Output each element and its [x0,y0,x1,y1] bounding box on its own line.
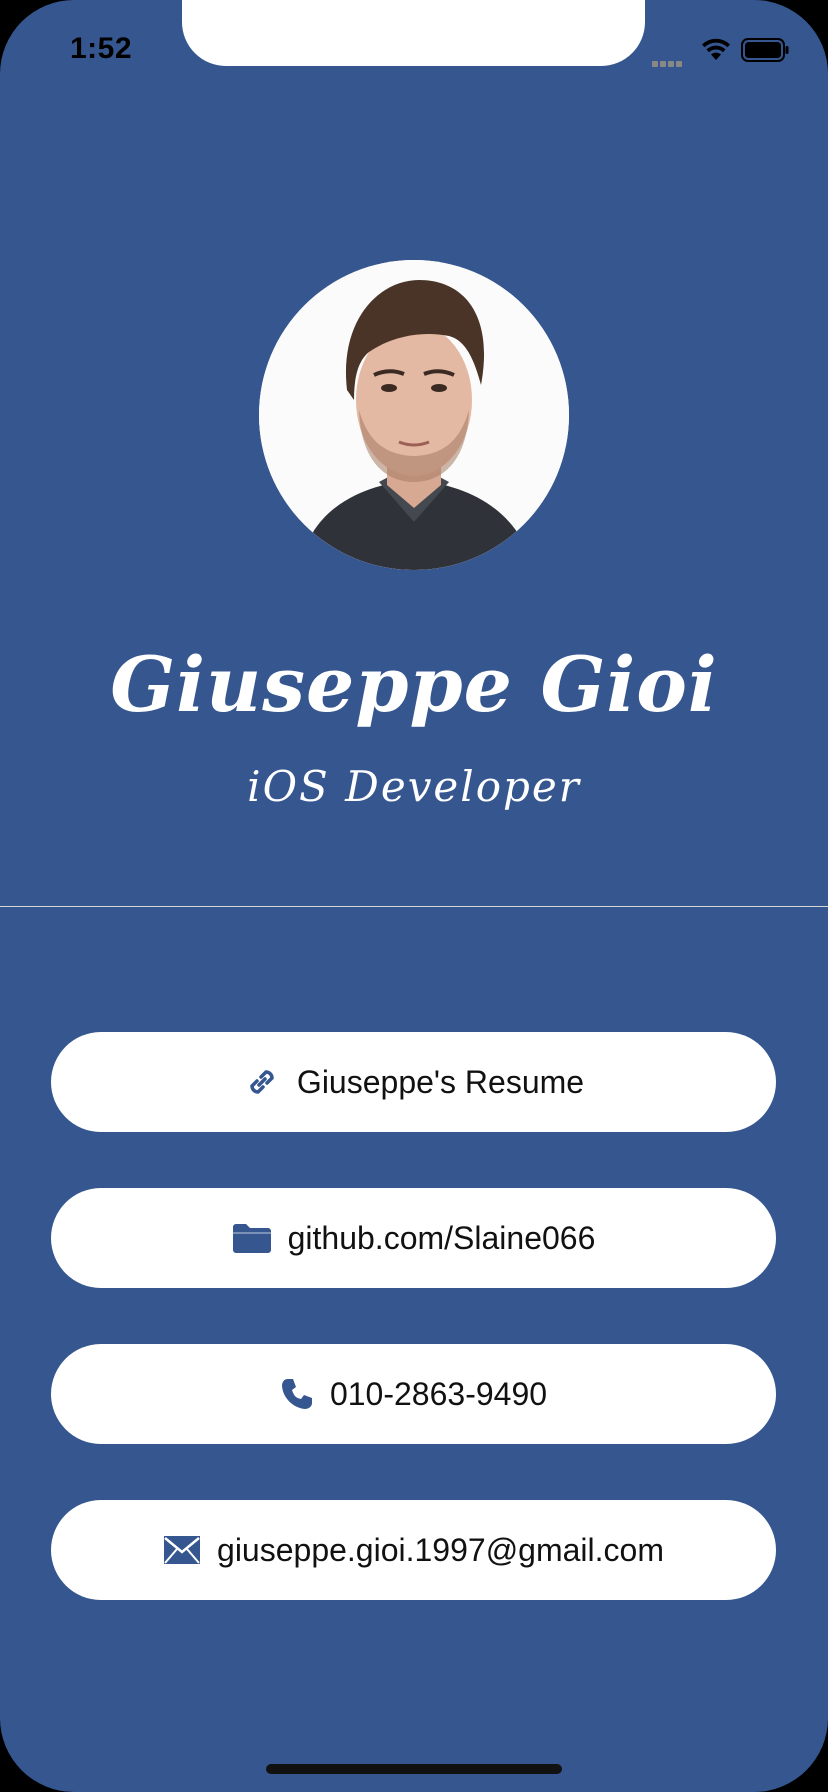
resume-button[interactable]: Giuseppe's Resume [51,1032,776,1132]
folder-icon [232,1222,272,1254]
github-label: github.com/Slaine066 [287,1219,596,1256]
profile-role: iOS Developer [247,762,581,811]
link-icon [243,1063,281,1101]
phone-button[interactable]: 010-2863-9490 [51,1344,776,1444]
phone-label: 010-2863-9490 [329,1375,548,1412]
resume-label: Giuseppe's Resume [296,1063,585,1100]
email-label: giuseppe.gioi.1997@gmail.com [217,1531,664,1568]
profile-photo-icon [259,260,569,570]
envelope-icon [163,1535,201,1565]
home-indicator[interactable] [266,1764,562,1774]
battery-icon [741,38,789,62]
github-button[interactable]: github.com/Slaine066 [51,1188,776,1288]
status-time: 1:52 [70,32,133,65]
profile-photo [259,260,569,570]
section-divider [0,906,828,907]
profile-name: Giuseppe Gioi [110,640,718,729]
app-screen: 1:52 Giuseppe Gioi iOS Developer Giusepp… [0,0,828,1792]
email-button[interactable]: giuseppe.gioi.1997@gmail.com [51,1500,776,1600]
signal-strength-icon [652,54,684,72]
wifi-icon [702,38,730,60]
phone-icon [280,1377,314,1411]
status-bar: 1:52 [0,0,828,100]
